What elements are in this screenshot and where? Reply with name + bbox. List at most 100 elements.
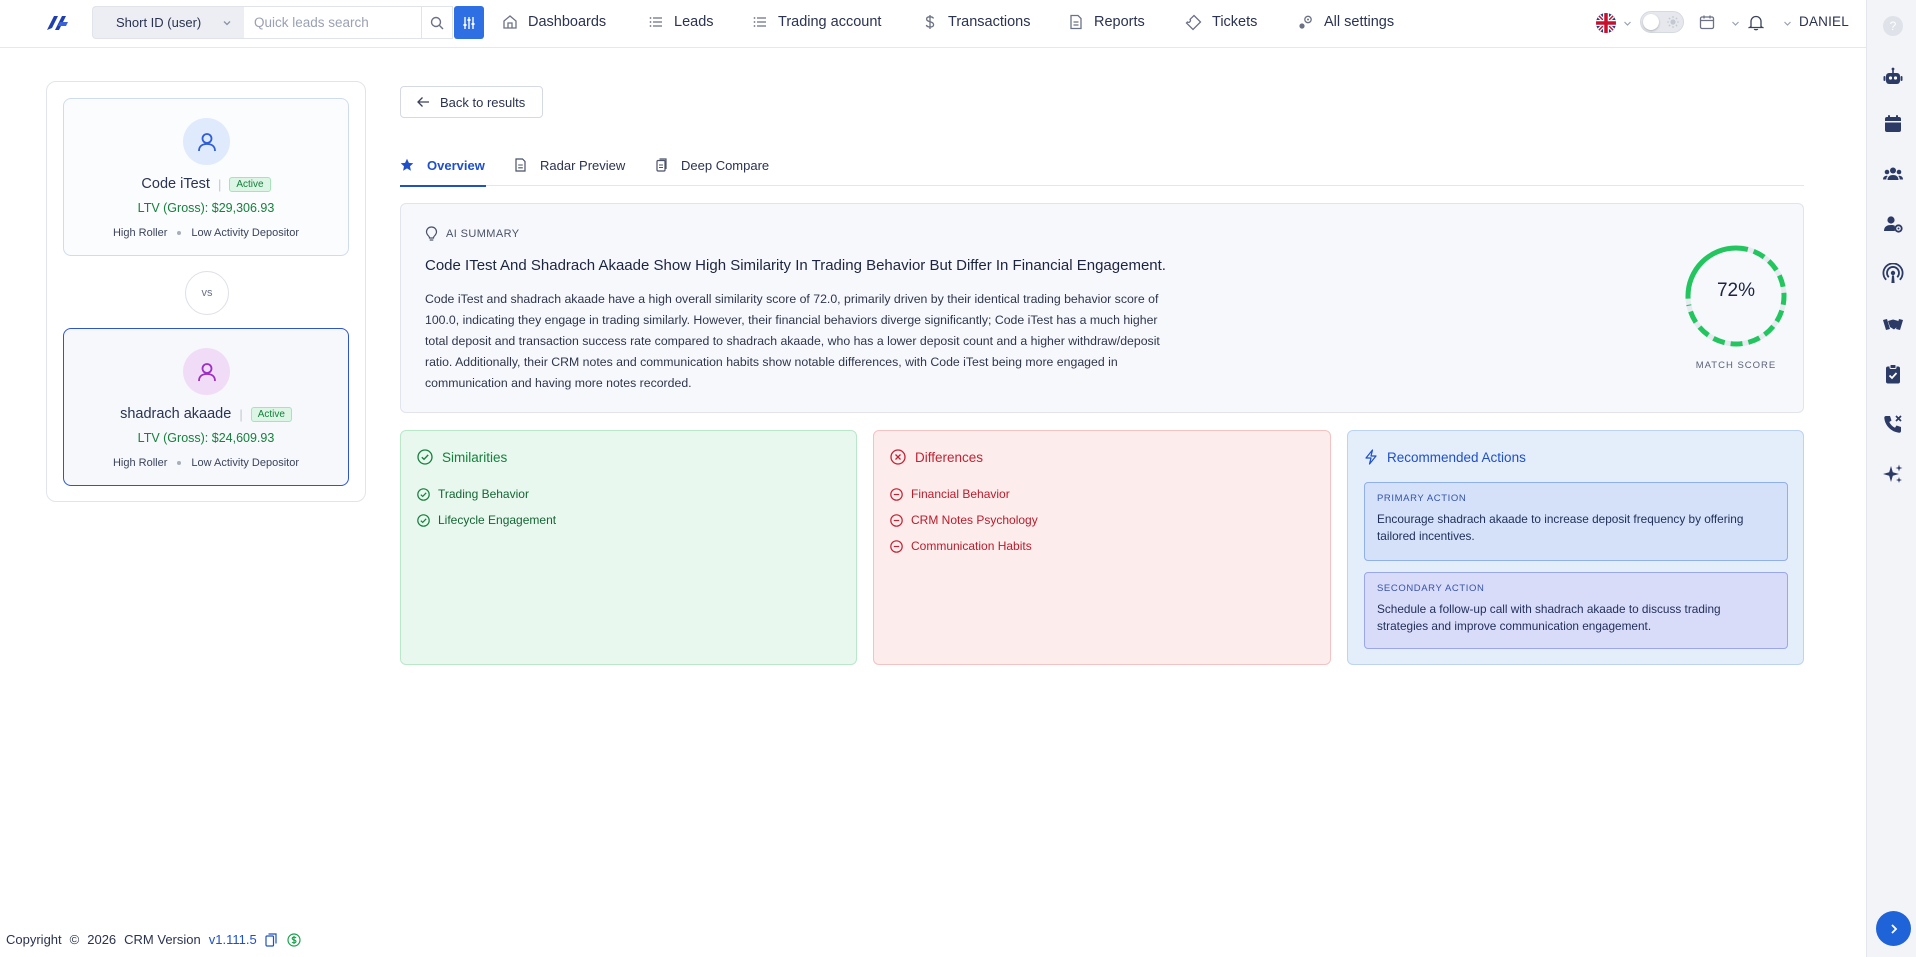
- quick-leads-search-input[interactable]: [244, 6, 422, 39]
- search-icon: [430, 16, 444, 29]
- search-button[interactable]: [422, 6, 453, 39]
- lead-name: shadrach akaade: [120, 406, 232, 422]
- avatar: [183, 348, 230, 395]
- dollar-circle-icon[interactable]: [287, 932, 301, 947]
- primary-action[interactable]: PRIMARY ACTION Encourage shadrach akaade…: [1364, 482, 1788, 561]
- sparkles-icon[interactable]: [1882, 463, 1904, 485]
- language-flag-icon[interactable]: [1596, 13, 1616, 33]
- separator: |: [217, 176, 222, 192]
- quick-search: Short ID (user): [92, 6, 484, 39]
- similarities-list: Trading Behavior Lifecycle Engagement: [417, 481, 556, 533]
- lead-tag: High Roller: [112, 457, 168, 469]
- minus-circle-icon: [890, 513, 903, 527]
- star-icon: [400, 158, 414, 171]
- versus-badge: vs: [185, 271, 229, 315]
- chevron-down-icon[interactable]: [1731, 19, 1740, 28]
- ai-summary-label: AI SUMMARY: [425, 226, 519, 242]
- lead-tag: Low Activity Depositor: [191, 457, 300, 469]
- search-type-value: Short ID (user): [116, 15, 202, 30]
- main-nav: Dashboards Leads Trading account Transac…: [502, 0, 1417, 44]
- tab-deep-compare[interactable]: Deep Compare: [655, 144, 769, 186]
- calendar-icon[interactable]: [1882, 113, 1904, 135]
- right-tool-rail: ?: [1866, 0, 1916, 957]
- lead-comparison-panel: Code iTest | Active LTV (Gross): $29,306…: [46, 81, 366, 502]
- lead-tag: High Roller: [112, 227, 168, 239]
- nav-leads[interactable]: Leads: [648, 0, 752, 44]
- check-circle-icon: [417, 487, 430, 501]
- clipboard-check-icon[interactable]: [1882, 363, 1904, 385]
- search-type-select[interactable]: Short ID (user): [92, 6, 244, 39]
- list-item: Trading Behavior: [417, 481, 556, 507]
- nav-dashboards[interactable]: Dashboards: [502, 0, 648, 44]
- differences-heading: Differences: [890, 449, 983, 465]
- footer: Copyright © 2026 CRM Version v1.111.5: [6, 932, 301, 947]
- status-badge: Active: [250, 406, 292, 422]
- copy-icon[interactable]: [265, 932, 277, 947]
- help-icon[interactable]: ?: [1883, 16, 1903, 36]
- users-icon[interactable]: [1882, 163, 1904, 185]
- advanced-filter-button[interactable]: [454, 6, 484, 39]
- sliders-icon: [463, 16, 475, 29]
- back-to-results-button[interactable]: Back to results: [400, 86, 543, 118]
- ai-summary-card: AI SUMMARY Code ITest And Shadrach Akaad…: [400, 203, 1804, 413]
- theme-toggle[interactable]: [1640, 11, 1684, 33]
- robot-icon[interactable]: [1882, 66, 1904, 88]
- copy-document-icon: [656, 158, 667, 172]
- phone-missed-icon[interactable]: [1882, 413, 1904, 435]
- differences-card: Differences Financial Behavior CRM Notes…: [873, 430, 1331, 665]
- status-badge: Active: [229, 176, 271, 192]
- list-icon: [753, 17, 766, 27]
- top-bar: Short ID (user) Dashboards Leads Trading…: [0, 0, 1866, 48]
- broadcast-icon[interactable]: [1882, 263, 1904, 285]
- lead-name-row: Code iTest | Active: [64, 176, 348, 192]
- handshake-icon[interactable]: [1882, 313, 1904, 335]
- x-circle-icon: [890, 449, 906, 465]
- summary-title: Code ITest And Shadrach Akaade Show High…: [425, 257, 1166, 274]
- brand-logo-icon[interactable]: [44, 12, 70, 34]
- arrow-left-icon: [417, 97, 429, 107]
- list-item: CRM Notes Psychology: [890, 507, 1038, 533]
- primary-action-label: PRIMARY ACTION: [1377, 493, 1467, 504]
- dollar-icon: [925, 15, 935, 29]
- compare-tabs: Overview Radar Preview Deep Compare: [400, 144, 1804, 187]
- user-settings-icon[interactable]: [1882, 213, 1904, 235]
- nav-tickets[interactable]: Tickets: [1185, 0, 1297, 44]
- toggle-knob: [1643, 14, 1659, 30]
- list-item: Lifecycle Engagement: [417, 507, 556, 533]
- secondary-action-label: SECONDARY ACTION: [1377, 583, 1485, 594]
- lead-card-primary[interactable]: Code iTest | Active LTV (Gross): $29,306…: [63, 98, 349, 256]
- secondary-action-text: Schedule a follow-up call with shadrach …: [1377, 602, 1721, 633]
- lead-ltv: LTV (Gross): $29,306.93: [137, 201, 275, 215]
- lead-tags: High Roller Low Activity Depositor: [64, 457, 348, 469]
- ticket-icon: [1185, 14, 1202, 30]
- user-icon: [197, 362, 216, 381]
- differences-list: Financial Behavior CRM Notes Psychology …: [890, 481, 1038, 559]
- nav-all-settings[interactable]: All settings: [1297, 0, 1417, 44]
- minus-circle-icon: [890, 539, 903, 553]
- chevron-down-icon[interactable]: [1623, 19, 1632, 28]
- nav-transactions[interactable]: Transactions: [922, 0, 1068, 44]
- copyright-symbol: ©: [69, 932, 80, 947]
- expand-panel-button[interactable]: [1876, 911, 1911, 946]
- lead-name: Code iTest: [141, 176, 210, 192]
- settings-icon: [1299, 15, 1312, 29]
- secondary-action[interactable]: SECONDARY ACTION Schedule a follow-up ca…: [1364, 572, 1788, 649]
- tab-radar-preview[interactable]: Radar Preview: [514, 144, 625, 186]
- tab-overview[interactable]: Overview: [400, 144, 486, 187]
- nav-trading-account[interactable]: Trading account: [752, 0, 922, 44]
- lead-tags: High Roller Low Activity Depositor: [64, 227, 348, 239]
- list-icon: [649, 17, 662, 27]
- user-menu-name[interactable]: DANIEL: [1799, 14, 1849, 29]
- avatar: [183, 118, 230, 165]
- lightbulb-icon: [425, 226, 438, 241]
- chevron-down-icon[interactable]: [1783, 19, 1792, 28]
- bell-icon[interactable]: [1748, 14, 1764, 31]
- lead-card-compared[interactable]: shadrach akaade | Active LTV (Gross): $2…: [63, 328, 349, 486]
- nav-reports[interactable]: Reports: [1068, 0, 1185, 44]
- list-item: Communication Habits: [890, 533, 1038, 559]
- user-icon: [197, 132, 216, 151]
- match-score: 72% MATCH SCORE: [1671, 242, 1801, 371]
- similarities-heading: Similarities: [417, 449, 507, 465]
- document-icon: [1070, 14, 1082, 30]
- calendar-icon[interactable]: [1699, 14, 1715, 30]
